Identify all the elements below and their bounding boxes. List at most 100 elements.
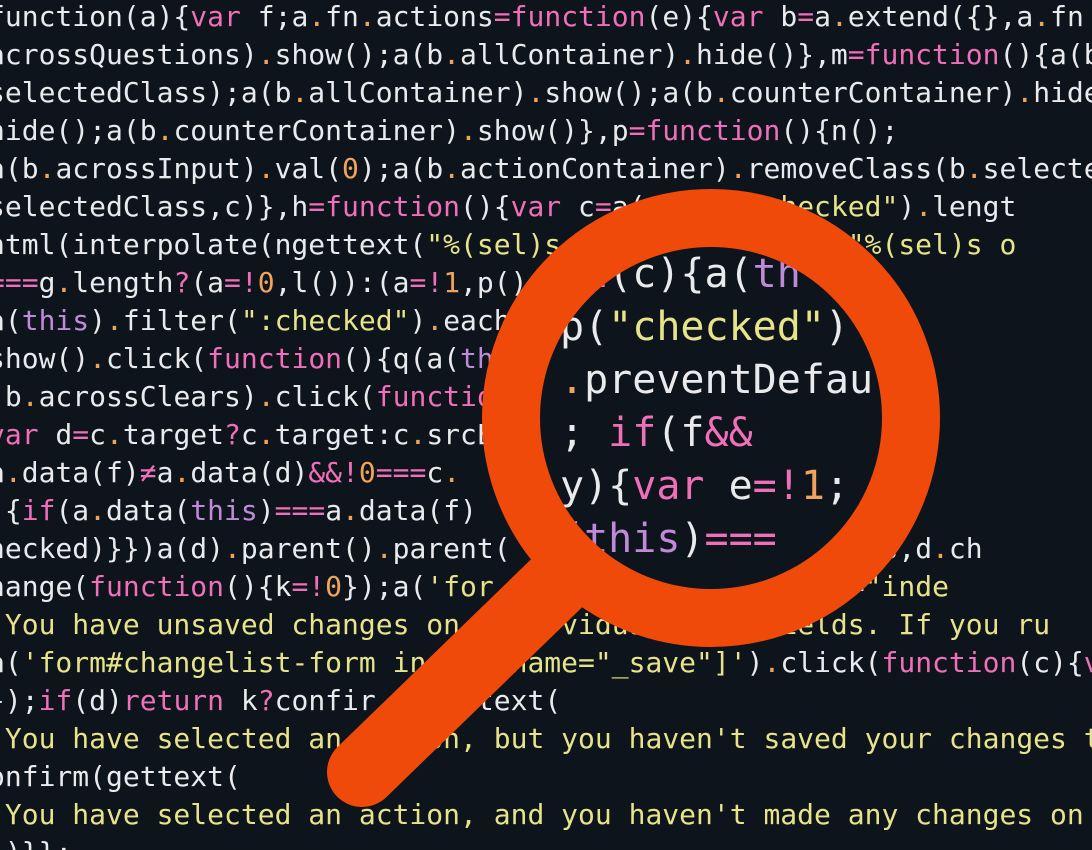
code-line: hide();a(b.counterContainer).show()},p=f… [0,112,898,150]
code-token: hide();a(b [0,114,157,147]
code-token: : [864,494,882,527]
code-token: = [594,190,612,223]
code-token: . [342,494,359,527]
code-token: ?! [814,494,848,527]
code-token: edClass,d [780,532,933,565]
code-token: ) [746,646,764,679]
code-token: 0 [898,494,916,527]
code-token: (){n(); [780,114,899,147]
code-token: . [257,38,275,71]
code-token: 'You have unsaved changes on [0,608,461,641]
code-token: if [21,494,56,527]
code-token: "inde [864,570,949,603]
code-line: (b.acrossClears).click(functio allToggl [0,378,848,416]
code-token: . [932,532,949,565]
code-token: ) [89,304,107,337]
code-token: function [0,0,123,33]
code-token: function [89,570,225,603]
code-token: (){a(b [999,38,1092,71]
code-line: 'You have selected an action, and you ha… [0,796,1084,834]
code-token: . [55,266,73,299]
code-token: . [224,532,241,565]
code-token: . [830,0,848,33]
code-token: ed" [780,228,831,261]
code-token: . [915,190,933,223]
code-token: var [712,0,764,33]
code-token: click( [274,380,376,413]
code-token: ch [948,532,983,565]
code-token: data(d) [190,456,309,489]
code-token: (){ [460,190,511,223]
code-token: acrossInput) [55,152,258,185]
code-token: (b [0,380,22,413]
code-token: . [156,114,174,147]
code-token: ? [173,266,191,299]
code-token: "checke [746,456,865,489]
code-token: hide [1033,76,1092,109]
code-line: onfirm(gettext( [0,758,241,796]
code-token: ) [409,304,427,337]
code-token: === [375,456,427,489]
code-token: "%(sel)s o [847,228,1017,261]
code-token: a( [0,646,22,679]
code-token: counterContainer) [729,76,1017,109]
code-token: = [493,0,511,33]
code-token: terContainer [645,266,848,299]
code-token: click( [106,342,208,375]
code-token: ? [257,684,275,717]
code-token: === [274,494,326,527]
code-line: a(b.acrossInput).val(0);a(b.actionContai… [0,150,1092,188]
code-token: . [38,152,56,185]
code-token: data( [106,494,191,527]
code-token: selecte [982,152,1092,185]
code-token: ! [342,456,359,489]
code-token: data(f) [21,456,140,489]
code-token: 1 [847,494,865,527]
code-line: var d=c.target?c.target:c.srcE [0,416,494,454]
code-token: =! [224,266,258,299]
code-token: . [106,418,123,451]
code-token: (a [55,494,90,527]
code-line: ===g.length?(a=!0,l()):(a=!1,p() terCont… [0,264,848,302]
code-token: ":checked" [240,304,410,337]
code-token: . [763,646,781,679]
code-token: acrossQuestions) [0,38,258,71]
code-token: g [38,266,56,299]
code-token: length [72,266,174,299]
code-line: a.data(f)≠a.data(d)&&!0===c. op("checke [0,454,865,492]
code-token: (e){ [645,0,713,33]
code-token: allContainer) [460,38,680,71]
code-token: (){k [224,570,292,603]
code-token: ,l()):(a [274,266,410,299]
code-token: . [443,456,461,489]
code-token: vidua [561,608,646,641]
code-token: . [375,532,393,565]
code-line: });if(d)return k?confir ttext( [0,682,561,720]
code-token: === [0,266,39,299]
code-token: show() [0,342,90,375]
code-token: allContainer) [308,76,528,109]
code-token: th [460,342,494,375]
code-token: . [443,152,461,185]
code-token: function [510,0,646,33]
code-token: fn [325,0,359,33]
code-token: hide()},m [696,38,848,71]
code-token: = [72,418,90,451]
code-token: parent( [392,532,511,565]
code-token: e [797,494,815,527]
code-token: extend({},a [847,0,1034,33]
code-token: srcE [426,418,494,451]
code-token: a [864,342,882,375]
code-token: b [763,0,798,33]
code-token: function [881,646,1017,679]
code-token: . [1016,76,1034,109]
code-token: ) [898,190,916,223]
code-token: c [89,418,107,451]
code-token: onfirm(gettext( [0,760,241,793]
code-token: this [21,304,90,337]
